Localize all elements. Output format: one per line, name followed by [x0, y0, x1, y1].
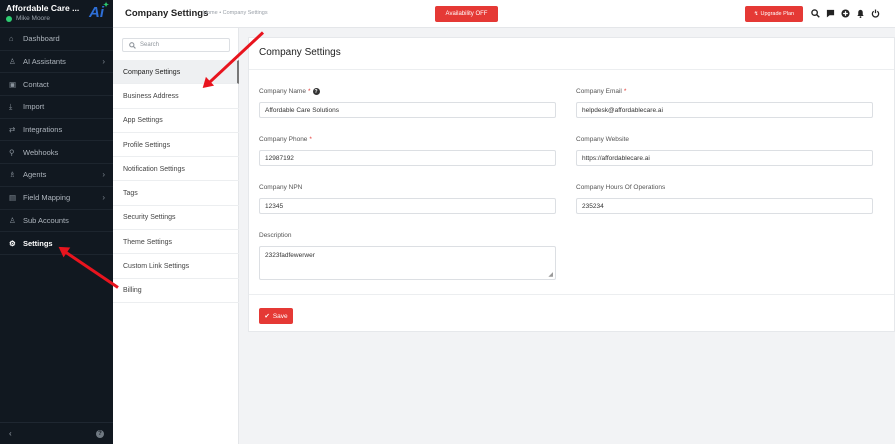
company-phone-label: Company Phone * — [259, 136, 312, 143]
question-icon[interactable]: ? — [312, 88, 320, 95]
breadcrumb[interactable]: Home • Company Settings — [203, 10, 268, 16]
card-title: Company Settings — [259, 47, 341, 58]
required-mark: * — [309, 136, 312, 143]
ai-logo: Ai ✦ — [89, 2, 109, 21]
company-settings-card: Company Settings Company Name *? Affordab… — [248, 37, 895, 332]
user-icon: ♙ — [9, 57, 16, 67]
settings-item-notification-settings[interactable]: Notification Settings — [113, 157, 239, 182]
divider — [249, 294, 894, 295]
sidebar-nav: ⌂ Dashboard ♙ AI Assistants › ▣ Contact ⤓ Imp… — [0, 28, 113, 255]
company-email-input[interactable]: helpdesk@affordablecare.ai — [576, 102, 873, 118]
company-name-input[interactable]: Affordable Care Solutions — [259, 102, 556, 118]
company-npn-input[interactable]: 12345 — [259, 198, 556, 214]
chat-icon[interactable] — [825, 7, 835, 19]
sidebar-item-label: Import — [23, 102, 45, 112]
power-icon[interactable] — [870, 7, 880, 19]
company-hours-input[interactable]: 235234 — [576, 198, 873, 214]
sidebar-item-dashboard[interactable]: ⌂ Dashboard — [0, 28, 113, 51]
sidebar-item-ai-assistants[interactable]: ♙ AI Assistants › — [0, 51, 113, 74]
description-textarea[interactable]: 2323fadfewerwer ◢ — [259, 246, 556, 280]
sidebar-item-label: AI Assistants — [23, 57, 66, 67]
search-icon[interactable] — [810, 7, 820, 19]
sidebar-item-integrations[interactable]: ⇄ Integrations — [0, 119, 113, 142]
gear-icon: ⚙ — [9, 238, 16, 248]
sidebar-item-field-mapping[interactable]: ▤ Field Mapping › — [0, 187, 113, 210]
contact-card-icon: ▣ — [9, 79, 17, 89]
chevron-right-icon: › — [102, 193, 105, 203]
settings-item-business-address[interactable]: Business Address — [113, 84, 239, 109]
description-value: 2323fadfewerwer — [265, 252, 315, 259]
company-website-label: Company Website — [576, 136, 629, 143]
field-mapping-icon: ▤ — [9, 193, 17, 203]
save-button[interactable]: ✔ Save — [259, 308, 293, 324]
chevron-right-icon: › — [102, 170, 105, 180]
sidebar-item-contact[interactable]: ▣ Contact — [0, 73, 113, 97]
settings-item-theme-settings[interactable]: Theme Settings — [113, 230, 239, 255]
company-npn-label: Company NPN — [259, 184, 303, 191]
description-label: Description — [259, 232, 292, 239]
company-phone-input[interactable]: 12987192 — [259, 150, 556, 166]
divider — [249, 69, 894, 70]
integrations-icon: ⇄ — [9, 125, 16, 135]
sidebar-item-label: Contact — [23, 79, 49, 89]
sidebar-item-agents[interactable]: ♗ Agents › — [0, 164, 113, 187]
sidebar-footer: ‹ ? — [0, 422, 113, 444]
settings-item-security-settings[interactable]: Security Settings — [113, 206, 239, 231]
search-icon — [129, 41, 136, 49]
sidebar-item-webhooks[interactable]: ⚲ Webhooks — [0, 141, 113, 165]
upgrade-plan-button[interactable]: ↯ Upgrade Plan — [745, 6, 803, 22]
online-status-icon — [6, 15, 12, 22]
sidebar-item-import[interactable]: ⤓ Import — [0, 96, 113, 119]
settings-item-custom-link-settings[interactable]: Custom Link Settings — [113, 254, 239, 279]
sidebar-item-sub-accounts[interactable]: ♙ Sub Accounts — [0, 210, 113, 233]
label-text: Company Phone — [259, 136, 308, 143]
sidebar: Affordable Care ... Mike Moore Ai ✦ ⌂ Dash… — [0, 0, 113, 444]
required-mark: * — [623, 88, 627, 95]
label-text: Company Email — [576, 88, 622, 95]
ai-logo-text: Ai — [89, 4, 104, 21]
bell-icon[interactable] — [855, 7, 865, 19]
company-hours-label: Company Hours Of Operations — [576, 184, 666, 191]
collapse-sidebar-icon[interactable]: ‹ — [9, 429, 12, 438]
upgrade-plan-label: Upgrade Plan — [760, 11, 795, 17]
availability-toggle-button[interactable]: Availability OFF — [435, 6, 498, 22]
settings-item-billing[interactable]: Billing — [113, 279, 239, 303]
page-title: Company Settings — [125, 8, 209, 19]
sidebar-item-label: Webhooks — [23, 147, 59, 157]
sparkle-icon: ✦ — [103, 2, 109, 9]
user-name: Mike Moore — [16, 15, 50, 22]
help-icon[interactable]: ? — [96, 429, 104, 438]
sidebar-item-label: Agents — [23, 170, 47, 180]
home-icon: ⌂ — [9, 34, 14, 44]
settings-search-input[interactable]: Search — [122, 38, 230, 52]
save-label: Save — [272, 312, 288, 320]
required-mark: * — [307, 88, 311, 95]
add-circle-icon[interactable] — [840, 7, 850, 19]
lightning-icon: ↯ — [753, 11, 759, 17]
sidebar-item-label: Integrations — [23, 125, 63, 135]
search-placeholder: Search — [140, 42, 160, 48]
chevron-right-icon: › — [102, 57, 105, 67]
sidebar-item-label: Sub Accounts — [23, 215, 69, 225]
sidebar-item-label: Settings — [23, 238, 53, 248]
settings-item-profile-settings[interactable]: Profile Settings — [113, 133, 239, 158]
brand-header[interactable]: Affordable Care ... Mike Moore Ai ✦ — [0, 0, 113, 28]
company-name-label: Company Name *? — [259, 88, 320, 95]
agents-icon: ♗ — [9, 170, 16, 180]
user-icon: ♙ — [9, 215, 16, 225]
settings-menu-list: Company Settings Business Address App Se… — [113, 60, 239, 303]
webhook-icon: ⚲ — [9, 147, 15, 157]
settings-item-app-settings[interactable]: App Settings — [113, 109, 239, 133]
sidebar-item-label: Dashboard — [23, 34, 60, 44]
company-email-label: Company Email * — [576, 88, 626, 95]
check-icon: ✔ — [264, 313, 270, 320]
resize-handle-icon[interactable]: ◢ — [548, 271, 553, 278]
import-icon: ⤓ — [9, 101, 13, 111]
settings-item-tags[interactable]: Tags — [113, 181, 239, 206]
top-bar: Company Settings Home • Company Settings… — [113, 0, 895, 28]
sidebar-item-label: Field Mapping — [23, 193, 71, 203]
company-website-input[interactable]: https://affordablecare.ai — [576, 150, 873, 166]
label-text: Company Name — [259, 88, 306, 95]
settings-submenu: Search Company Settings Business Address… — [113, 28, 239, 444]
